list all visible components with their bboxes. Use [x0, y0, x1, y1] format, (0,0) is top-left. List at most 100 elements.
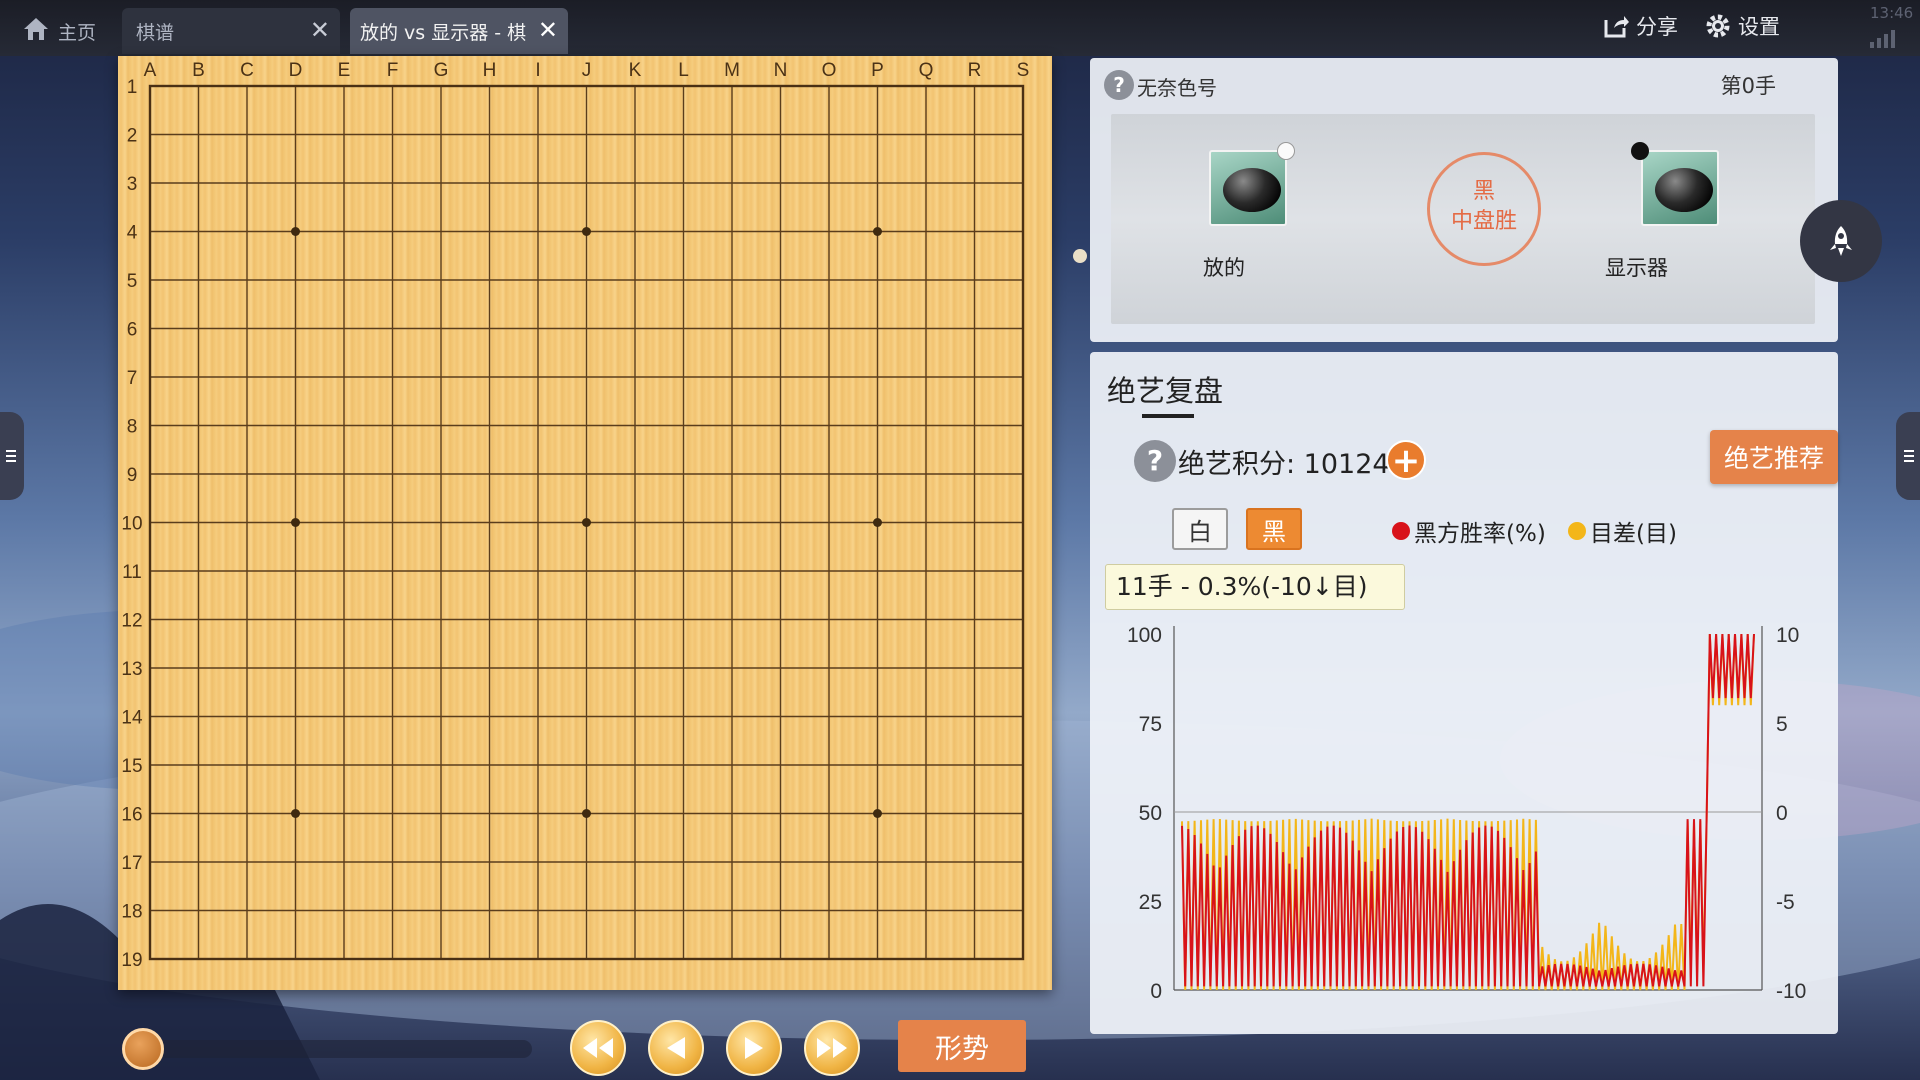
- column-label: N: [774, 60, 788, 81]
- tab-qipu-label: 棋谱: [136, 21, 175, 44]
- row-label: 16: [121, 805, 142, 826]
- play-icon: [745, 1037, 763, 1059]
- tick-label-right: 5: [1776, 713, 1788, 736]
- result-stamp: 黑 中盘胜: [1427, 152, 1541, 266]
- row-label: 1: [127, 77, 138, 98]
- row-label: 4: [127, 223, 138, 244]
- column-label: C: [240, 60, 254, 81]
- tab-home-label: 主页: [58, 21, 97, 44]
- recommend-button[interactable]: 绝艺推荐: [1710, 430, 1838, 484]
- legend-winrate: 黑方胜率(%): [1392, 514, 1546, 548]
- black-player-name: 放的: [1203, 256, 1245, 280]
- left-drawer-handle[interactable]: [0, 412, 24, 500]
- title-underline: [1142, 414, 1194, 418]
- column-label: K: [629, 60, 642, 81]
- analysis-title: 绝艺复盘: [1107, 374, 1224, 408]
- menu-icon: [1904, 450, 1914, 462]
- column-label: I: [535, 60, 540, 81]
- share-icon: [1604, 16, 1629, 38]
- legend-diff-label: 目差(目): [1590, 521, 1677, 547]
- move-slider-track[interactable]: [140, 1040, 532, 1058]
- star-point: [291, 518, 300, 527]
- column-label: P: [871, 60, 884, 81]
- tab-game-record[interactable]: 放的 vs 显示器 - 棋 ✕: [350, 8, 568, 54]
- go-board[interactable]: A 1 B 2 C 3 D 4 E 5 F 6 G 7 H 8 I 9 J 10 K 11 L 12 M 13 N 14 O 15 P 16 Q…: [118, 56, 1052, 990]
- black-stone-indicator-icon: [1631, 142, 1649, 160]
- chart-tooltip: 11手 - 0.3%(-10↓目): [1105, 564, 1405, 610]
- column-label: O: [822, 60, 837, 81]
- row-label: 11: [122, 562, 142, 583]
- column-label: B: [192, 60, 205, 81]
- black-player-avatar[interactable]: [1209, 150, 1287, 226]
- row-label: 3: [127, 174, 138, 195]
- last-move-button[interactable]: [804, 1020, 860, 1076]
- first-move-button[interactable]: [570, 1020, 626, 1076]
- menu-icon: [6, 450, 16, 462]
- score-label: 绝艺积分: 10124: [1178, 449, 1390, 480]
- next-move-button[interactable]: [726, 1020, 782, 1076]
- column-label: M: [724, 60, 740, 81]
- tick-label-right: -10: [1776, 980, 1806, 1003]
- add-score-button[interactable]: +: [1386, 440, 1426, 480]
- row-label: 7: [127, 368, 138, 389]
- row-label: 2: [127, 126, 138, 147]
- white-player-avatar[interactable]: [1641, 150, 1719, 226]
- winrate-chart[interactable]: 10075502501050-5-10: [1090, 612, 1838, 1032]
- star-point: [582, 809, 591, 818]
- row-label: 6: [127, 320, 138, 341]
- situation-button[interactable]: 形势: [898, 1020, 1026, 1072]
- white-player-name: 显示器: [1605, 256, 1668, 280]
- row-label: 5: [127, 271, 138, 292]
- move-count: 第0手: [1720, 74, 1776, 98]
- close-icon[interactable]: ✕: [310, 18, 330, 42]
- rocket-button[interactable]: [1800, 200, 1882, 282]
- toggle-black[interactable]: 黑: [1246, 508, 1302, 550]
- column-label: F: [387, 60, 399, 81]
- tick-label-left: 75: [1139, 713, 1162, 736]
- tick-label-right: 0: [1776, 802, 1788, 825]
- rocket-icon: [1830, 226, 1852, 256]
- legend-dot-icon: [1392, 522, 1410, 540]
- tab-home[interactable]: 主页: [12, 8, 108, 54]
- players-card: 放的 黑 中盘胜 显示器: [1111, 114, 1815, 324]
- star-point: [873, 809, 882, 818]
- tab-qipu[interactable]: 棋谱 ✕: [122, 8, 340, 54]
- board-grid: A1 B 2 C 3 D 4 E 5 F 6 G 7 H 8 I 9 J 10 K 11 L 12 M 13 N 14 O 15 P 16 Q…: [121, 60, 1029, 971]
- row-label: 19: [121, 950, 142, 971]
- column-label: D: [289, 60, 303, 81]
- share-label: 分享: [1636, 15, 1678, 39]
- row-label: 14: [121, 708, 143, 729]
- row-label: 18: [121, 902, 142, 923]
- star-point: [582, 227, 591, 236]
- row-label: 8: [127, 417, 138, 438]
- fast-forward-icon: [817, 1038, 847, 1058]
- column-label: G: [434, 60, 449, 81]
- tick-label-left: 50: [1139, 802, 1162, 825]
- tick-label-left: 0: [1150, 980, 1162, 1003]
- prev-move-button[interactable]: [648, 1020, 704, 1076]
- status-time: 13:46: [1870, 4, 1914, 22]
- result-winner: 黑: [1472, 179, 1495, 204]
- tick-label-left: 100: [1127, 624, 1162, 647]
- toggle-white[interactable]: 白: [1172, 508, 1228, 550]
- row-label: 10: [121, 514, 142, 535]
- column-label: J: [582, 60, 592, 81]
- gear-icon: [1706, 14, 1730, 38]
- row-label: 15: [121, 756, 142, 777]
- home-icon: [22, 16, 50, 47]
- settings-button[interactable]: 设置: [1704, 10, 1780, 42]
- right-drawer-handle[interactable]: [1896, 412, 1920, 500]
- column-label: R: [968, 60, 982, 81]
- star-point: [873, 518, 882, 527]
- tab-game-label: 放的 vs 显示器 - 棋: [360, 21, 527, 44]
- prev-icon: [667, 1037, 685, 1059]
- star-point: [873, 227, 882, 236]
- help-icon[interactable]: ?: [1134, 440, 1176, 482]
- tick-label-right: -5: [1776, 891, 1795, 914]
- move-slider-knob[interactable]: [122, 1028, 164, 1070]
- help-icon[interactable]: ?: [1104, 70, 1134, 100]
- close-icon[interactable]: ✕: [538, 18, 558, 42]
- legend-winrate-label: 黑方胜率(%): [1414, 521, 1546, 547]
- share-button[interactable]: 分享: [1602, 10, 1678, 42]
- row-label: 9: [127, 465, 138, 486]
